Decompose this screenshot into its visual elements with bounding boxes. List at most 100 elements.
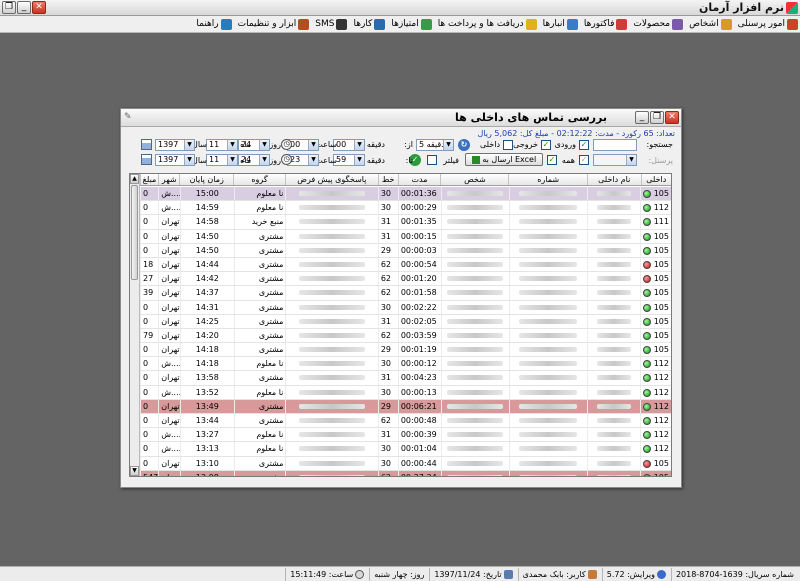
operator-checkbox[interactable]: ✓ [579, 155, 589, 165]
menu-item-5[interactable]: دریافت ها و پرداخت ها [438, 18, 537, 30]
interval-select[interactable]: 5 دقیقه ▼ [416, 139, 454, 151]
table-row[interactable]: 105 00:03:59 62 مشتری 14:20 تهران 79 [139, 328, 671, 344]
excel-icon [471, 155, 480, 164]
column-header[interactable]: مبلغ [139, 174, 158, 185]
internal-checkbox[interactable] [503, 140, 513, 150]
column-header[interactable]: زمان پایان [179, 174, 233, 185]
cell-line: 30 [377, 357, 398, 371]
table-row[interactable]: 111 00:01:35 31 منبع خرید 14:58 تهران 0 [139, 215, 671, 230]
column-header[interactable]: نام داخلی [586, 174, 641, 185]
call-status-icon [643, 275, 652, 284]
scroll-up-icon[interactable]: ▲ [130, 174, 139, 184]
from-month-select[interactable]: 11 ▼ [206, 139, 238, 151]
grid-scrollbar[interactable]: ▲ ▼ [130, 174, 140, 476]
to-minute-select[interactable]: 59 ▼ [333, 154, 365, 166]
menu-item-10[interactable]: راهنما [196, 18, 232, 30]
cell-group: مشتری [233, 300, 286, 314]
menu-item-0[interactable]: امور پرسنلی [738, 18, 798, 30]
redacted-value [519, 375, 578, 381]
incoming-checkbox[interactable]: ✓ [579, 140, 589, 150]
table-row[interactable]: 112 00:00:1230 نا معلوم14:18ش....0 [139, 357, 671, 372]
table-row[interactable]: 112 00:00:1330 نا معلوم13:52ش....0 [139, 385, 671, 400]
extension-cell: 112 [640, 201, 671, 215]
from-year-select[interactable]: 1397 ▼ [155, 139, 195, 151]
column-header[interactable]: شماره [508, 174, 587, 185]
cell-city: ش.... [158, 201, 180, 215]
clock-icon[interactable]: ◷ [281, 139, 292, 150]
scroll-down-icon[interactable]: ▼ [130, 466, 139, 476]
extension-cell: 105 [640, 470, 671, 476]
chevron-down-icon: ▼ [184, 140, 194, 150]
excel-export-button[interactable]: ارسال به Excel [465, 153, 543, 166]
table-row[interactable]: 112 00:00:2930 نا معلوم14:59ش....0 [139, 201, 671, 216]
all-checkbox[interactable]: ✓ [547, 155, 557, 165]
to-month-select[interactable]: 11 ▼ [206, 154, 238, 166]
redacted-cell [285, 286, 377, 300]
to-year-select[interactable]: 1397 ▼ [155, 154, 195, 166]
redacted-value [447, 375, 504, 381]
redacted-cell [285, 215, 377, 229]
table-row[interactable]: 105 00:00:15 31 مشتری 14:50 تهران 0 [139, 229, 671, 244]
table-row[interactable]: 105 00:02:05 31 مشتری 14:25 تهران 0 [139, 314, 671, 329]
redacted-cell [586, 272, 641, 286]
menu-item-8[interactable]: SMS [315, 18, 348, 30]
redacted-value [447, 233, 504, 239]
menu-item-4[interactable]: انبارها [543, 18, 578, 30]
scroll-thumb[interactable] [131, 185, 138, 280]
clock-icon[interactable]: ◷ [281, 154, 292, 165]
table-row[interactable]: 112 00:04:23 31 مشتری 13:58 تهران 0 [139, 371, 671, 386]
pin-icon[interactable]: ✎ [124, 112, 132, 122]
column-header[interactable]: داخلی [640, 174, 671, 185]
menu-item-3[interactable]: فاکتورها [584, 18, 628, 30]
column-header[interactable]: خط [377, 174, 398, 185]
from-calendar-icon[interactable] [141, 139, 152, 150]
window-close-icon[interactable]: ✕ [665, 111, 679, 124]
table-row[interactable]: 112 00:00:48 62 مشتری 13:44 تهران 0 [139, 414, 671, 429]
outgoing-checkbox[interactable]: ✓ [541, 140, 551, 150]
menu-item-1[interactable]: اشخاص [689, 18, 732, 30]
close-icon[interactable]: ✕ [32, 1, 46, 14]
column-header[interactable]: گروه [233, 174, 285, 185]
table-row[interactable]: 105 00:00:54 62 مشتری 14:44 تهران 18 [139, 257, 671, 273]
table-row[interactable]: 105 00:00:03 29 مشتری 14:50 تهران 0 [139, 243, 671, 258]
menu-item-icon [720, 18, 732, 30]
table-row[interactable]: 112 00:01:0430 نا معلوم13:13ش....0 [139, 442, 671, 457]
redacted-value [519, 290, 578, 296]
column-header[interactable]: مدت [397, 174, 441, 185]
cell-amount: 0 [139, 385, 158, 399]
table-row[interactable]: 112 00:06:21 29 مشتری 13:49 تهران 0 [139, 399, 671, 414]
user-icon [587, 569, 597, 579]
minimize-icon[interactable]: _ [17, 1, 31, 14]
window-minimize-icon[interactable]: _ [635, 111, 649, 124]
from-minute-select[interactable]: 00 ▼ [333, 139, 365, 151]
column-header[interactable]: شهر [157, 174, 180, 185]
redacted-value [519, 276, 578, 282]
search-input[interactable] [593, 139, 637, 151]
operator-select[interactable]: ▼ [593, 154, 637, 166]
restore-icon[interactable]: ❐ [2, 1, 16, 14]
table-row[interactable]: 105 00:01:20 62 مشتری 14:42 تهران 27 [139, 272, 671, 287]
table-row[interactable]: 105 00:00:44 30 مشتری 13:10 تهران 0 [139, 456, 671, 471]
table-row[interactable]: 105 00:01:19 29 مشتری 14:18 تهران 0 [139, 343, 671, 358]
menu-item-label: SMS [315, 19, 335, 29]
cell-city: ش.... [158, 442, 180, 456]
menu-item-2[interactable]: محصولات [633, 18, 684, 30]
filter-checkbox[interactable] [427, 155, 437, 165]
cell-city: ش.... [158, 357, 180, 371]
refresh-icon[interactable]: ↻ [458, 139, 470, 151]
cell-end: 13:08 [180, 470, 234, 476]
menu-item-7[interactable]: کارها [353, 18, 386, 30]
menu-item-6[interactable]: امتیازها [391, 18, 432, 30]
window-restore-icon[interactable]: ❐ [650, 111, 664, 124]
table-row[interactable]: 105 00:01:3630 نا معلوم15:00ش....0 [139, 187, 671, 202]
table-row[interactable]: 112 00:00:3931 نا معلوم13:27ش....0 [139, 428, 671, 443]
redacted-cell [440, 272, 509, 286]
menu-item-9[interactable]: ابزار و تنظیمات [238, 18, 310, 30]
table-row[interactable]: 105 00:02:22 30 مشتری 14:31 تهران 0 [139, 300, 671, 315]
table-row[interactable]: 105 00:01:58 62 مشتری 14:37 تهران 39 [139, 286, 671, 301]
redacted-value [597, 205, 632, 211]
to-calendar-icon[interactable] [141, 154, 152, 165]
table-row[interactable]: 105 00:27:2462 مشتری13:08تهران547 [139, 470, 671, 476]
column-header[interactable]: شخص [440, 174, 508, 185]
column-header[interactable]: پاسخگوی پیش فرض [284, 174, 378, 185]
